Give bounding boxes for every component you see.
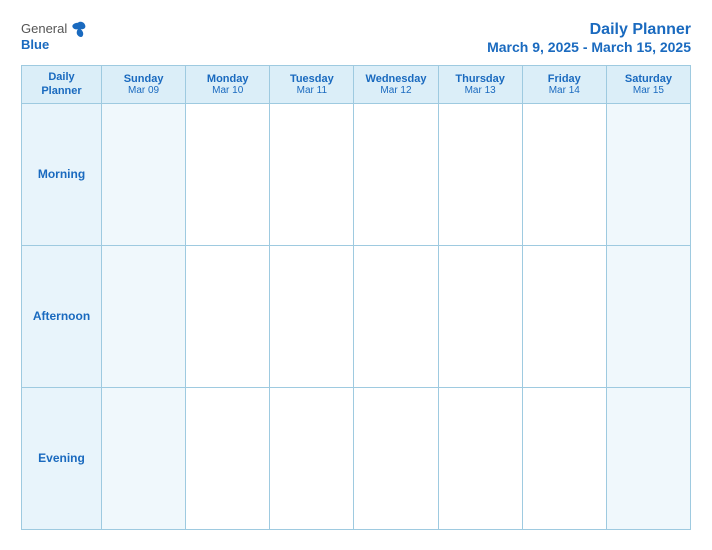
title-area: Daily Planner March 9, 2025 - March 15, … [487, 20, 691, 57]
row-label-afternoon: Afternoon [22, 245, 102, 387]
row-morning: Morning [22, 103, 691, 245]
cell-morning-thu[interactable] [438, 103, 522, 245]
cell-morning-sat[interactable] [606, 103, 690, 245]
cell-afternoon-thu[interactable] [438, 245, 522, 387]
col-header-mon: Monday Mar 10 [186, 66, 270, 104]
cell-afternoon-sun[interactable] [102, 245, 186, 387]
planner-title: Daily Planner [590, 21, 691, 38]
col-header-sun: Sunday Mar 09 [102, 66, 186, 104]
row-evening: Evening [22, 387, 691, 529]
cell-morning-tue[interactable] [270, 103, 354, 245]
cell-morning-mon[interactable] [186, 103, 270, 245]
calendar-table: Daily Planner Sunday Mar 09 Monday Mar 1… [21, 65, 691, 530]
cell-afternoon-fri[interactable] [522, 245, 606, 387]
cell-morning-wed[interactable] [354, 103, 438, 245]
cell-evening-sun[interactable] [102, 387, 186, 529]
planner-subtitle: March 9, 2025 - March 15, 2025 [487, 39, 691, 55]
logo-general: General [21, 22, 67, 36]
cell-morning-fri[interactable] [522, 103, 606, 245]
cell-afternoon-tue[interactable] [270, 245, 354, 387]
col-header-fri: Friday Mar 14 [522, 66, 606, 104]
col-header-wed: Wednesday Mar 12 [354, 66, 438, 104]
cell-evening-mon[interactable] [186, 387, 270, 529]
cell-evening-tue[interactable] [270, 387, 354, 529]
logo-bird-icon [69, 20, 87, 38]
row-label-morning: Morning [22, 103, 102, 245]
col-header-thu: Thursday Mar 13 [438, 66, 522, 104]
row-afternoon: Afternoon [22, 245, 691, 387]
cell-evening-sat[interactable] [606, 387, 690, 529]
cell-afternoon-sat[interactable] [606, 245, 690, 387]
cell-morning-sun[interactable] [102, 103, 186, 245]
cell-evening-thu[interactable] [438, 387, 522, 529]
cell-afternoon-wed[interactable] [354, 245, 438, 387]
row-label-evening: Evening [22, 387, 102, 529]
page: General Blue Daily Planner March 9, 2025… [11, 10, 701, 540]
corner-header: Daily Planner [22, 66, 102, 104]
col-header-tue: Tuesday Mar 11 [270, 66, 354, 104]
cell-afternoon-mon[interactable] [186, 245, 270, 387]
header: General Blue Daily Planner March 9, 2025… [21, 20, 691, 57]
cell-evening-wed[interactable] [354, 387, 438, 529]
col-header-sat: Saturday Mar 15 [606, 66, 690, 104]
logo-area: General Blue [21, 20, 87, 52]
logo-blue: Blue [21, 38, 49, 52]
cell-evening-fri[interactable] [522, 387, 606, 529]
